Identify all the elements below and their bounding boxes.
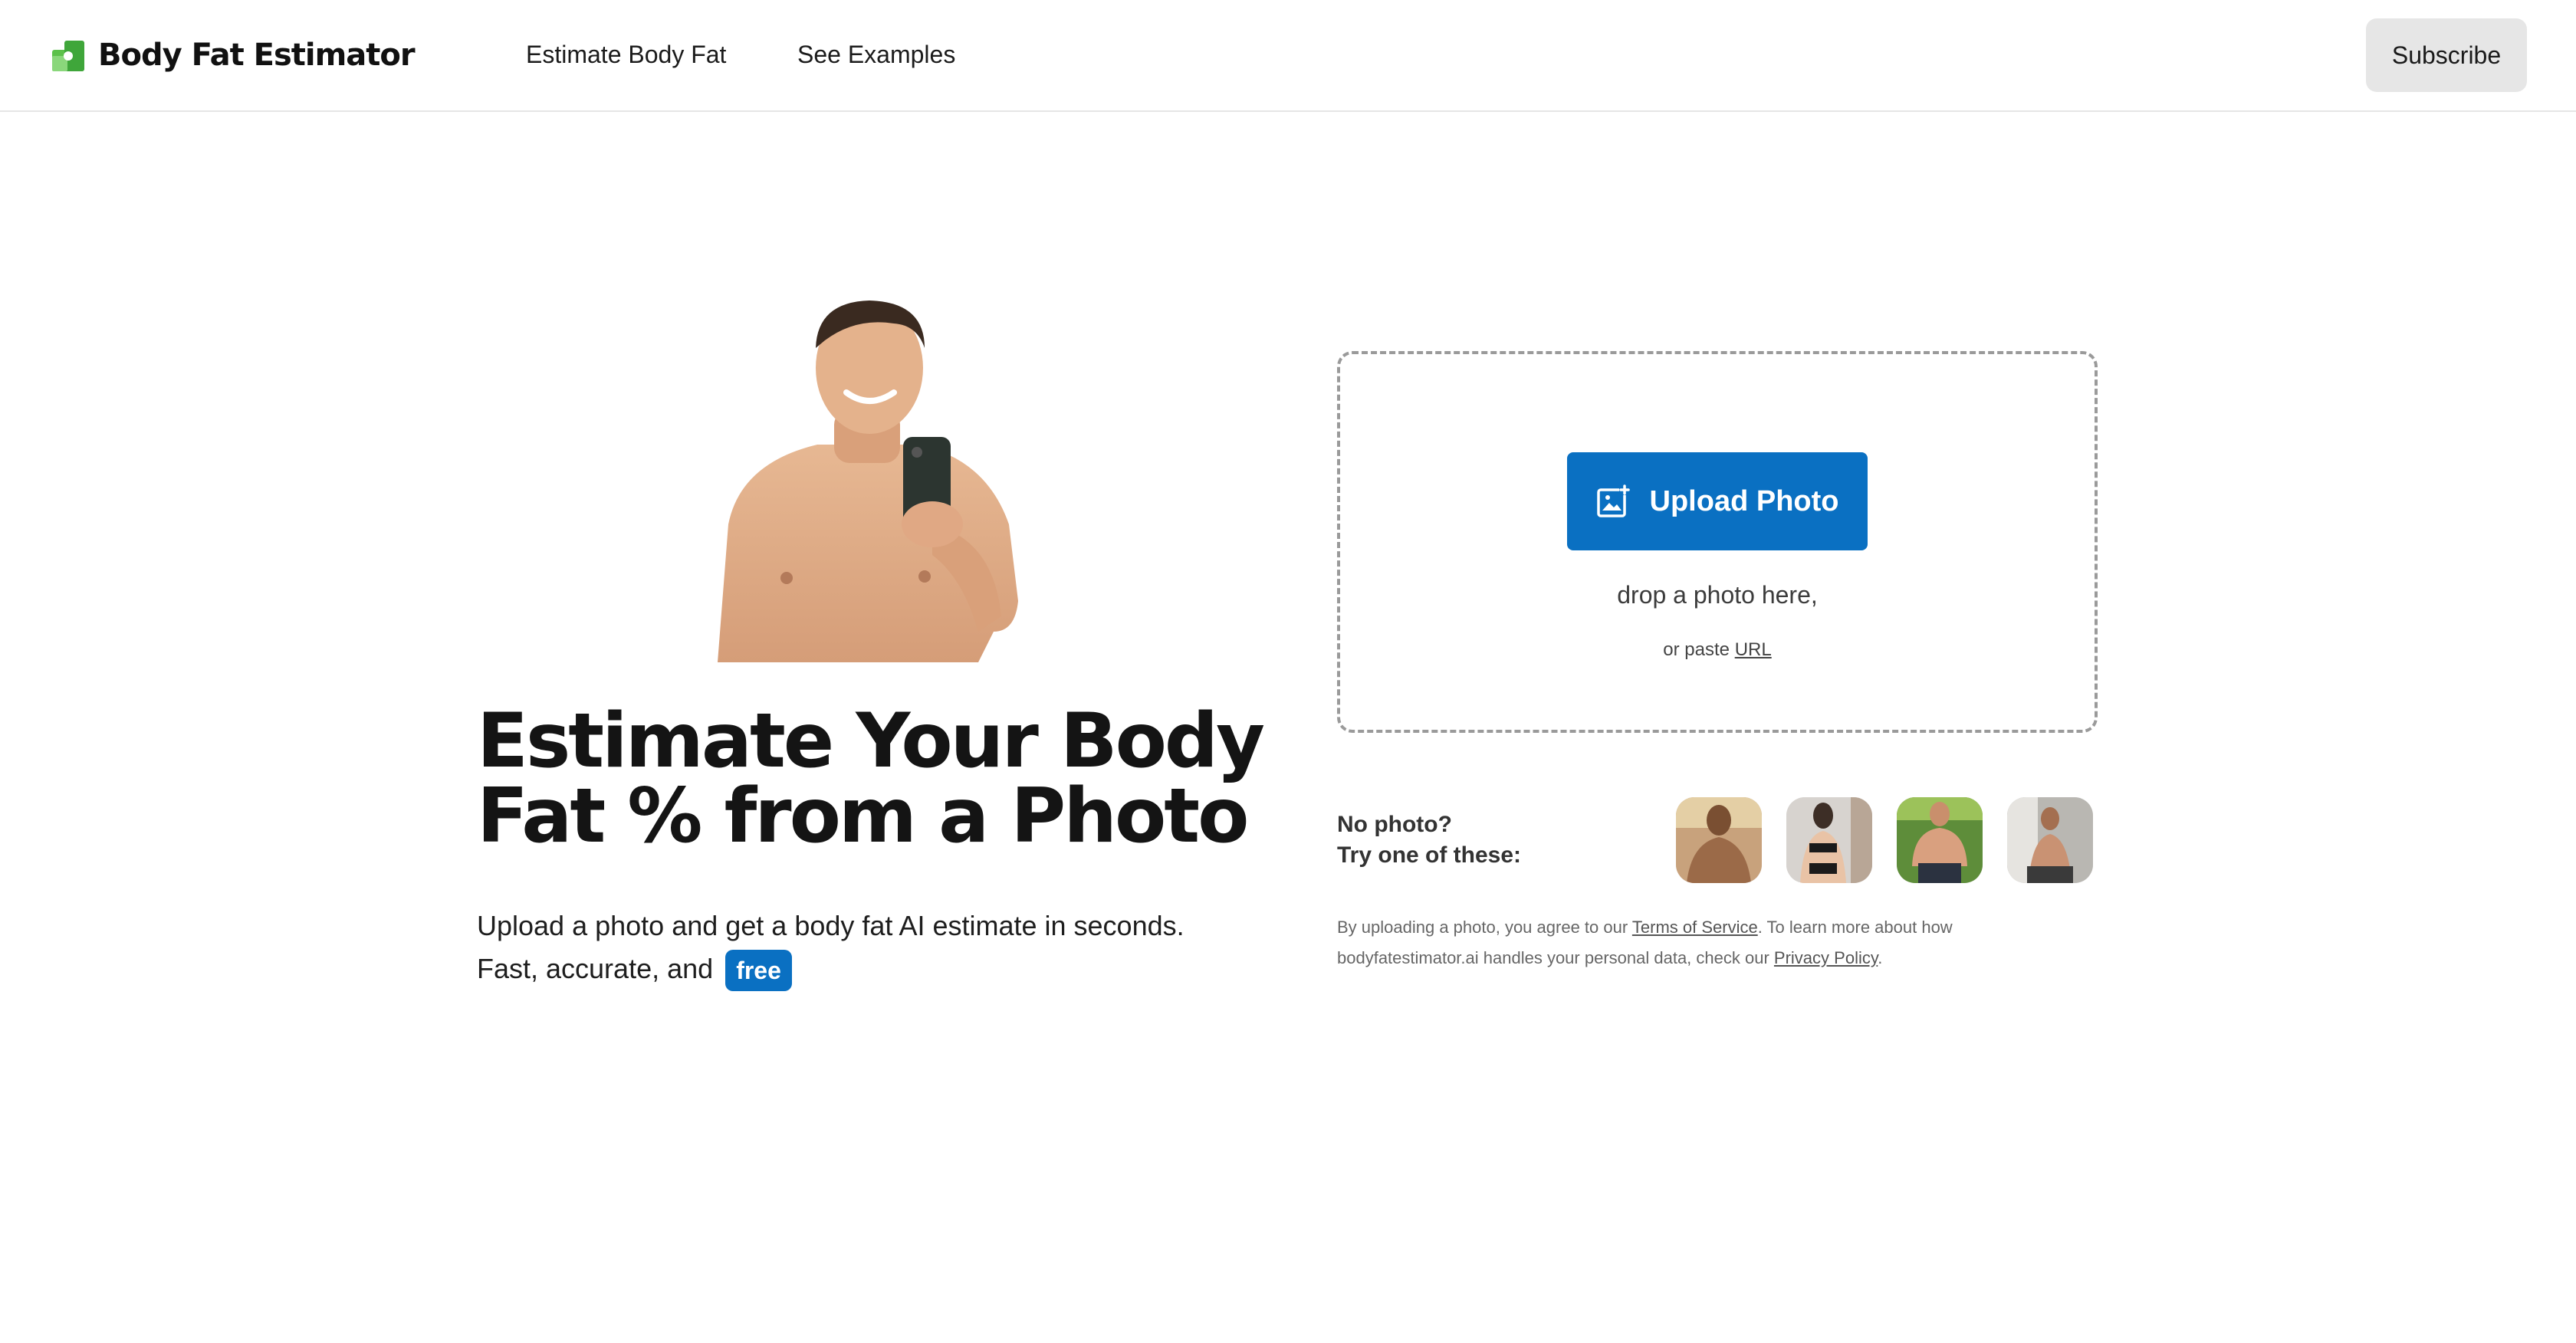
image-upload-icon [1596, 484, 1630, 517]
brand-home-link[interactable]: Body Fat Estimator [52, 34, 416, 77]
terms-of-service-link[interactable]: Terms of Service [1632, 918, 1758, 937]
sample-photo-3-image [1897, 797, 1983, 883]
paste-url-row: or paste URL [1337, 639, 2098, 661]
hero-subtitle-text: Upload a photo and get a body fat AI est… [477, 910, 1184, 984]
upload-photo-label: Upload Photo [1649, 484, 1839, 517]
sample-photo-1-image [1676, 797, 1762, 883]
upload-photo-button[interactable]: Upload Photo [1567, 452, 1868, 550]
privacy-policy-link[interactable]: Privacy Policy [1774, 948, 1878, 967]
hero-person-image [718, 300, 1018, 662]
sample-photo-3[interactable] [1897, 797, 1983, 883]
hero-title: Estimate Your Body Fat % from a Photo [477, 704, 1274, 854]
paste-url-prefix: or paste [1663, 639, 1730, 660]
nav-estimate-body-fat[interactable]: Estimate Body Fat [526, 38, 726, 71]
free-badge: free [725, 950, 792, 992]
subscribe-button[interactable]: Subscribe [2366, 18, 2527, 92]
legal-text-3: . [1878, 948, 1883, 967]
hero-title-line-2: Fat % from a Photo [477, 773, 1249, 860]
sample-photo-2-image [1786, 797, 1872, 883]
sample-photo-4-image [2007, 797, 2093, 883]
paste-url-link[interactable]: URL [1735, 639, 1772, 660]
brand-name: Body Fat Estimator [98, 38, 416, 73]
sample-photo-2[interactable] [1786, 797, 1872, 883]
drop-photo-text: drop a photo here, [1617, 581, 1818, 609]
sample-photos-label: No photo? Try one of these: [1337, 809, 1582, 871]
hero-subtitle: Upload a photo and get a body fat AI est… [477, 905, 1244, 992]
legal-text-1: By uploading a photo, you agree to our [1337, 918, 1628, 937]
legal-notice: By uploading a photo, you agree to our T… [1337, 912, 2098, 974]
brand-logo-icon [52, 41, 84, 71]
sample-label-line-2: Try one of these: [1337, 842, 1522, 868]
page: Body Fat Estimator Estimate Body Fat See… [0, 0, 2576, 1343]
nav-see-examples[interactable]: See Examples [797, 38, 955, 71]
hero-title-line-1: Estimate Your Body [477, 698, 1265, 785]
sample-label-line-1: No photo? [1337, 812, 1452, 837]
top-navbar: Body Fat Estimator Estimate Body Fat See… [0, 0, 2576, 112]
sample-photo-4[interactable] [2007, 797, 2093, 883]
sample-photo-1[interactable] [1676, 797, 1762, 883]
